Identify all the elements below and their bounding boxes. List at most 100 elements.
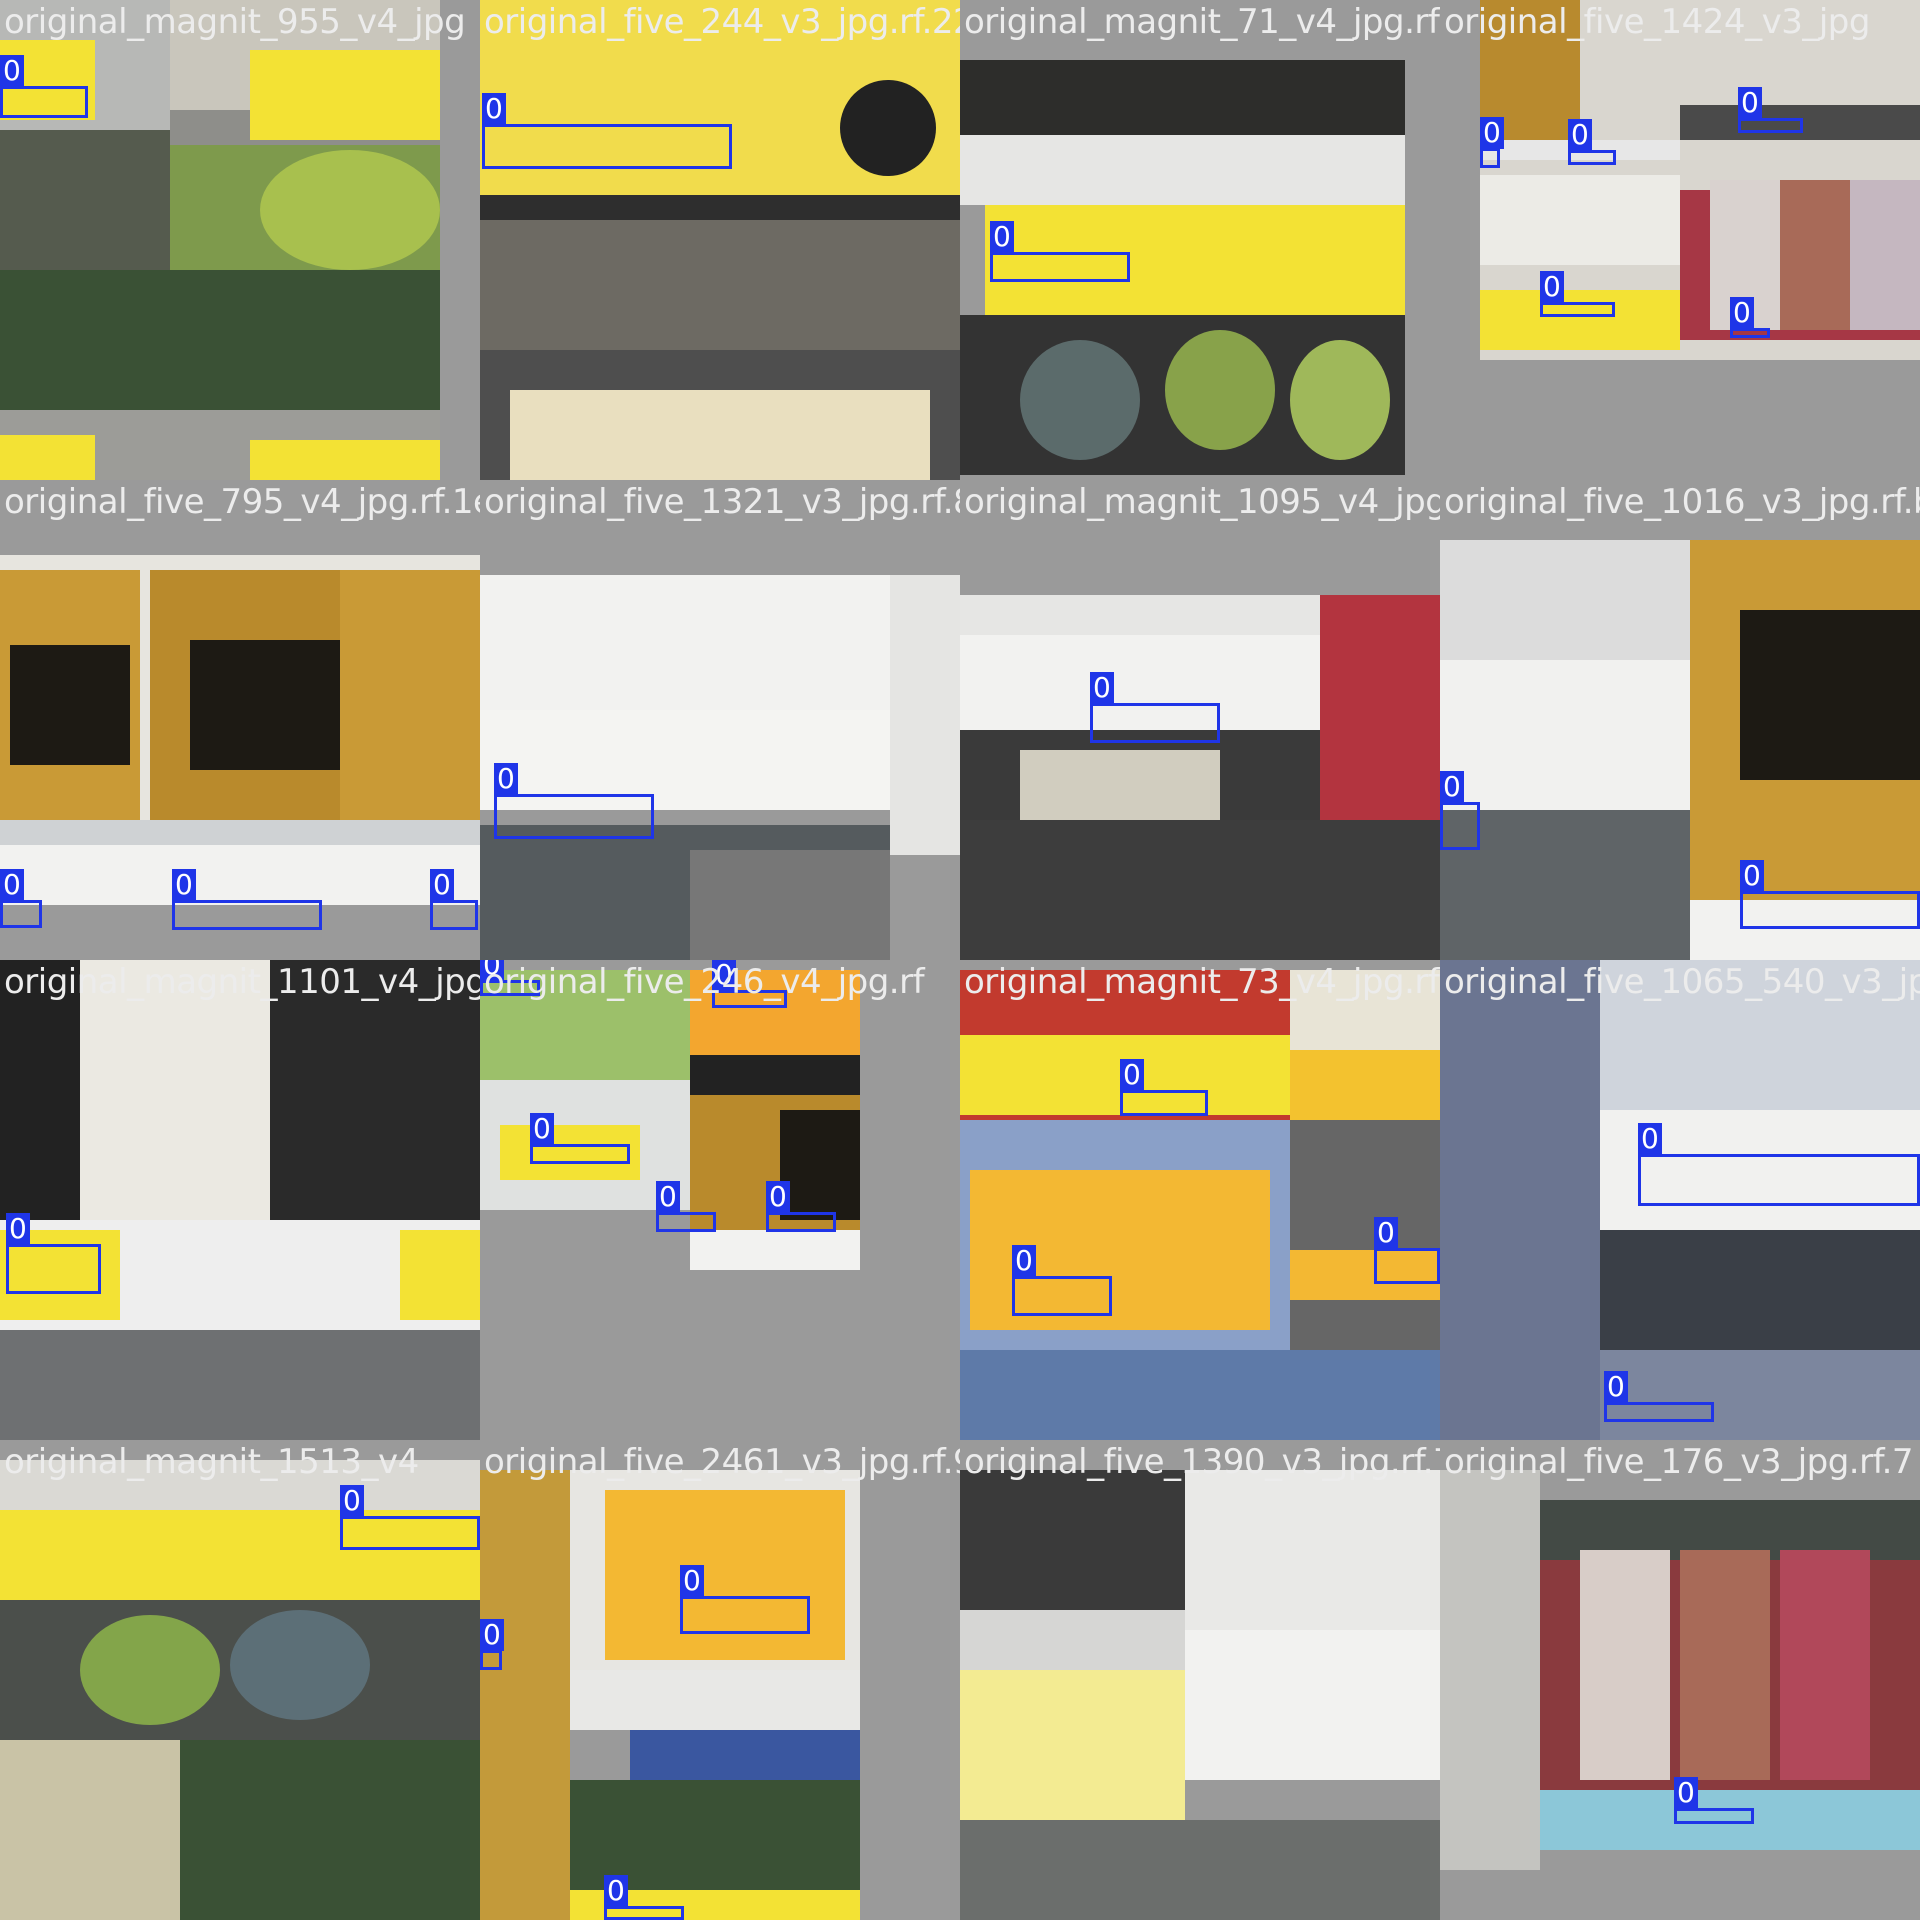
bounding-box: 0 [1638, 1123, 1920, 1206]
tile-title: original_magnit_73_v4_jpg.rf.e [964, 962, 1440, 1002]
photo-scene [960, 1440, 1440, 1920]
bounding-box: 0 [494, 763, 654, 839]
class-label: 0 [530, 1113, 554, 1145]
tile-9: original_magnit_1101_v4_jpg 0 [0, 960, 480, 1440]
tile-1: original_magnit_955_v4_jpg 0 [0, 0, 480, 480]
bounding-box: 0 [482, 93, 732, 169]
class-label: 0 [480, 1619, 504, 1651]
tile-16: original_five_176_v3_jpg.rf.7 0 [1440, 1440, 1920, 1920]
tile-8: original_five_1016_v3_jpg.rf.b 0 0 [1440, 480, 1920, 960]
bounding-box: 0 [0, 55, 88, 118]
class-label: 0 [172, 869, 196, 901]
tile-13: original_magnit_1513_v4 0 [0, 1440, 480, 1920]
class-label: 0 [0, 869, 24, 901]
class-label: 0 [1730, 297, 1754, 329]
tile-7: original_magnit_1095_v4_jpg.rf 0 [960, 480, 1440, 960]
tile-title: original_five_1321_v3_jpg.rf.8a [484, 482, 960, 522]
class-label: 0 [1740, 860, 1764, 892]
tile-2: original_five_244_v3_jpg.rf.22d 0 [480, 0, 960, 480]
class-label: 0 [494, 763, 518, 795]
bounding-box: 0 [604, 1875, 684, 1920]
tile-title: original_five_1065_540_v3_jpg.rf.e [1444, 962, 1920, 1002]
tile-title: original_magnit_955_v4_jpg [4, 2, 466, 42]
bounding-box: 0 [656, 1181, 716, 1232]
tile-15: original_five_1390_v3_jpg.rf.72 [960, 1440, 1440, 1920]
class-label: 0 [1638, 1123, 1662, 1155]
tile-3: original_magnit_71_v4_jpg.rf.b8 0 [960, 0, 1440, 480]
photo-scene [0, 0, 480, 480]
photo-scene [1440, 1440, 1920, 1920]
class-label: 0 [1568, 119, 1592, 151]
class-label: 0 [1120, 1059, 1144, 1091]
bounding-box: 0 [530, 1113, 630, 1164]
tile-title: original_magnit_1095_v4_jpg.rf [964, 482, 1440, 522]
photo-scene [480, 960, 960, 1440]
bounding-box: 0 [0, 869, 42, 928]
photo-scene [1440, 0, 1920, 480]
class-label: 0 [1374, 1217, 1398, 1249]
bounding-box: 0 [1012, 1245, 1112, 1316]
tile-12: original_five_1065_540_v3_jpg.rf.e 0 0 [1440, 960, 1920, 1440]
bounding-box: 0 [172, 869, 322, 930]
bounding-box: 0 [990, 221, 1130, 282]
class-label: 0 [766, 1181, 790, 1213]
class-label: 0 [1540, 271, 1564, 303]
photo-scene [960, 960, 1440, 1440]
class-label: 0 [1738, 87, 1762, 119]
class-label: 0 [1440, 771, 1464, 803]
class-label: 0 [990, 221, 1014, 253]
class-label: 0 [1012, 1245, 1036, 1277]
photo-scene [480, 1440, 960, 1920]
bounding-box: 0 [1604, 1371, 1714, 1422]
class-label: 0 [604, 1875, 628, 1907]
tile-title: original_magnit_1101_v4_jpg [4, 962, 480, 1002]
bounding-box: 0 [1440, 771, 1480, 850]
tile-title: original_five_176_v3_jpg.rf.7 [1444, 1442, 1914, 1482]
bounding-box: 0 [480, 1619, 504, 1670]
class-label: 0 [6, 1213, 30, 1245]
class-label: 0 [0, 55, 24, 87]
tile-title: original_five_1016_v3_jpg.rf.b [1444, 482, 1920, 522]
tile-5: original_five_795_v4_jpg.rf.1e 0 0 0 [0, 480, 480, 960]
bounding-box: 0 [1090, 672, 1220, 743]
mosaic-grid: original_magnit_955_v4_jpg 0 original_fi… [0, 0, 1920, 1920]
class-label: 0 [680, 1565, 704, 1597]
tile-10: original_five_246_v4_jpg.rf 0 0 0 0 0 [480, 960, 960, 1440]
tile-title: original_five_795_v4_jpg.rf.1e [4, 482, 480, 522]
bounding-box: 0 [1374, 1217, 1440, 1284]
tile-6: original_five_1321_v3_jpg.rf.8a 0 [480, 480, 960, 960]
photo-scene [480, 0, 960, 480]
class-label: 0 [430, 869, 454, 901]
bounding-box: 0 [1738, 87, 1803, 133]
class-label: 0 [482, 93, 506, 125]
photo-scene [0, 480, 480, 960]
tile-title: original_five_1390_v3_jpg.rf.72 [964, 1442, 1440, 1482]
bounding-box: 0 [1568, 119, 1616, 165]
bounding-box: 0 [1730, 297, 1770, 338]
bounding-box: 0 [1120, 1059, 1208, 1116]
bounding-box: 0 [6, 1213, 101, 1294]
class-label: 0 [1480, 117, 1504, 149]
tile-title: original_five_1424_v3_jpg [1444, 2, 1870, 42]
bounding-box: 0 [766, 1181, 836, 1232]
tile-4: original_five_1424_v3_jpg 0 0 0 0 0 [1440, 0, 1920, 480]
bounding-box: 0 [1674, 1777, 1754, 1824]
tile-title: original_magnit_1513_v4 [4, 1442, 419, 1482]
bounding-box: 0 [1740, 860, 1920, 929]
bounding-box: 0 [1540, 271, 1615, 317]
photo-scene [0, 1440, 480, 1920]
class-label: 0 [656, 1181, 680, 1213]
bounding-box: 0 [680, 1565, 810, 1634]
tile-11: original_magnit_73_v4_jpg.rf.e 0 0 0 [960, 960, 1440, 1440]
tile-title: original_five_2461_v3_jpg.rf.97 [484, 1442, 960, 1482]
tile-title: original_five_246_v4_jpg.rf [484, 962, 925, 1002]
bounding-box: 0 [1480, 117, 1504, 168]
bounding-box: 0 [430, 869, 478, 930]
tile-title: original_five_244_v3_jpg.rf.22d [484, 2, 960, 42]
tile-title: original_magnit_71_v4_jpg.rf.b8 [964, 2, 1440, 42]
photo-scene [1440, 480, 1920, 960]
class-label: 0 [1674, 1777, 1698, 1809]
class-label: 0 [1090, 672, 1114, 704]
photo-scene [480, 480, 960, 960]
class-label: 0 [1604, 1371, 1628, 1403]
